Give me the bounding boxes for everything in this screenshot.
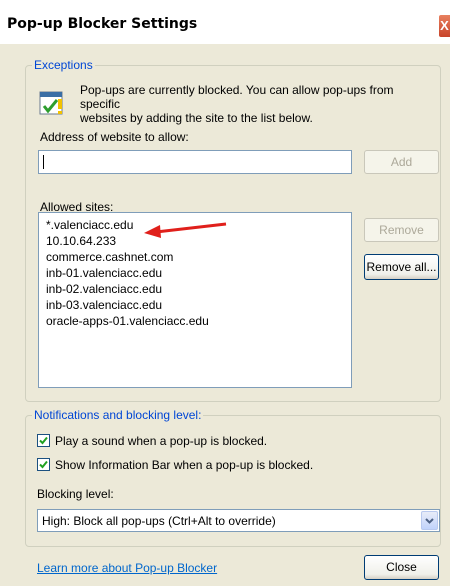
list-item[interactable]: commerce.cashnet.com <box>46 250 173 265</box>
play-sound-checkbox[interactable] <box>37 434 50 447</box>
remove-all-button-label: Remove all... <box>366 260 437 274</box>
learn-more-link[interactable]: Learn more about Pop-up Blocker <box>37 561 217 575</box>
dialog-title: Pop-up Blocker Settings <box>7 16 198 32</box>
add-button[interactable]: Add <box>364 150 439 174</box>
notifications-legend: Notifications and blocking level: <box>32 408 204 422</box>
popup-blocker-dialog: Pop-up Blocker Settings X Exceptions Pop… <box>0 0 450 586</box>
info-bar-label[interactable]: Show Information Bar when a pop-up is bl… <box>55 458 313 472</box>
text-caret <box>43 155 44 169</box>
add-button-label: Add <box>390 155 413 169</box>
checkmark-icon <box>39 460 48 469</box>
list-item[interactable]: inb-03.valenciacc.edu <box>46 298 162 313</box>
list-item[interactable]: *.valenciacc.edu <box>46 218 133 233</box>
dropdown-arrow[interactable] <box>421 511 438 530</box>
close-button-label: Close <box>386 560 417 574</box>
red-arrow-annotation <box>144 222 227 238</box>
address-label: Address of website to allow: <box>40 130 189 144</box>
list-item[interactable]: 10.10.64.233 <box>46 234 116 249</box>
checkmark-icon <box>39 436 48 445</box>
play-sound-label[interactable]: Play a sound when a pop-up is blocked. <box>55 434 267 448</box>
remove-button[interactable]: Remove <box>364 218 439 242</box>
blocking-level-select[interactable]: High: Block all pop-ups (Ctrl+Alt to ove… <box>37 509 440 532</box>
close-button[interactable]: Close <box>364 555 439 580</box>
remove-button-label: Remove <box>379 223 424 237</box>
remove-all-button[interactable]: Remove all... <box>364 254 439 280</box>
blocking-level-label: Blocking level: <box>37 487 114 501</box>
close-window-button[interactable]: X <box>438 14 450 38</box>
list-item[interactable]: inb-02.valenciacc.edu <box>46 282 162 297</box>
close-icon: X <box>440 18 449 33</box>
list-item[interactable]: inb-01.valenciacc.edu <box>46 266 162 281</box>
info-text-line-1: Pop-ups are currently blocked. You can a… <box>80 83 394 111</box>
blocking-level-value: High: Block all pop-ups (Ctrl+Alt to ove… <box>42 514 276 528</box>
info-text-line-2: websites by adding the site to the list … <box>80 111 313 125</box>
title-bar: Pop-up Blocker Settings X <box>0 0 450 44</box>
list-item[interactable]: oracle-apps-01.valenciacc.edu <box>46 314 209 329</box>
info-bar-checkbox[interactable] <box>37 458 50 471</box>
exceptions-legend: Exceptions <box>32 58 95 72</box>
popup-info-icon <box>39 91 63 115</box>
address-input[interactable] <box>38 150 352 174</box>
exceptions-info: Pop-ups are currently blocked. You can a… <box>80 83 430 125</box>
chevron-down-icon <box>425 518 434 524</box>
